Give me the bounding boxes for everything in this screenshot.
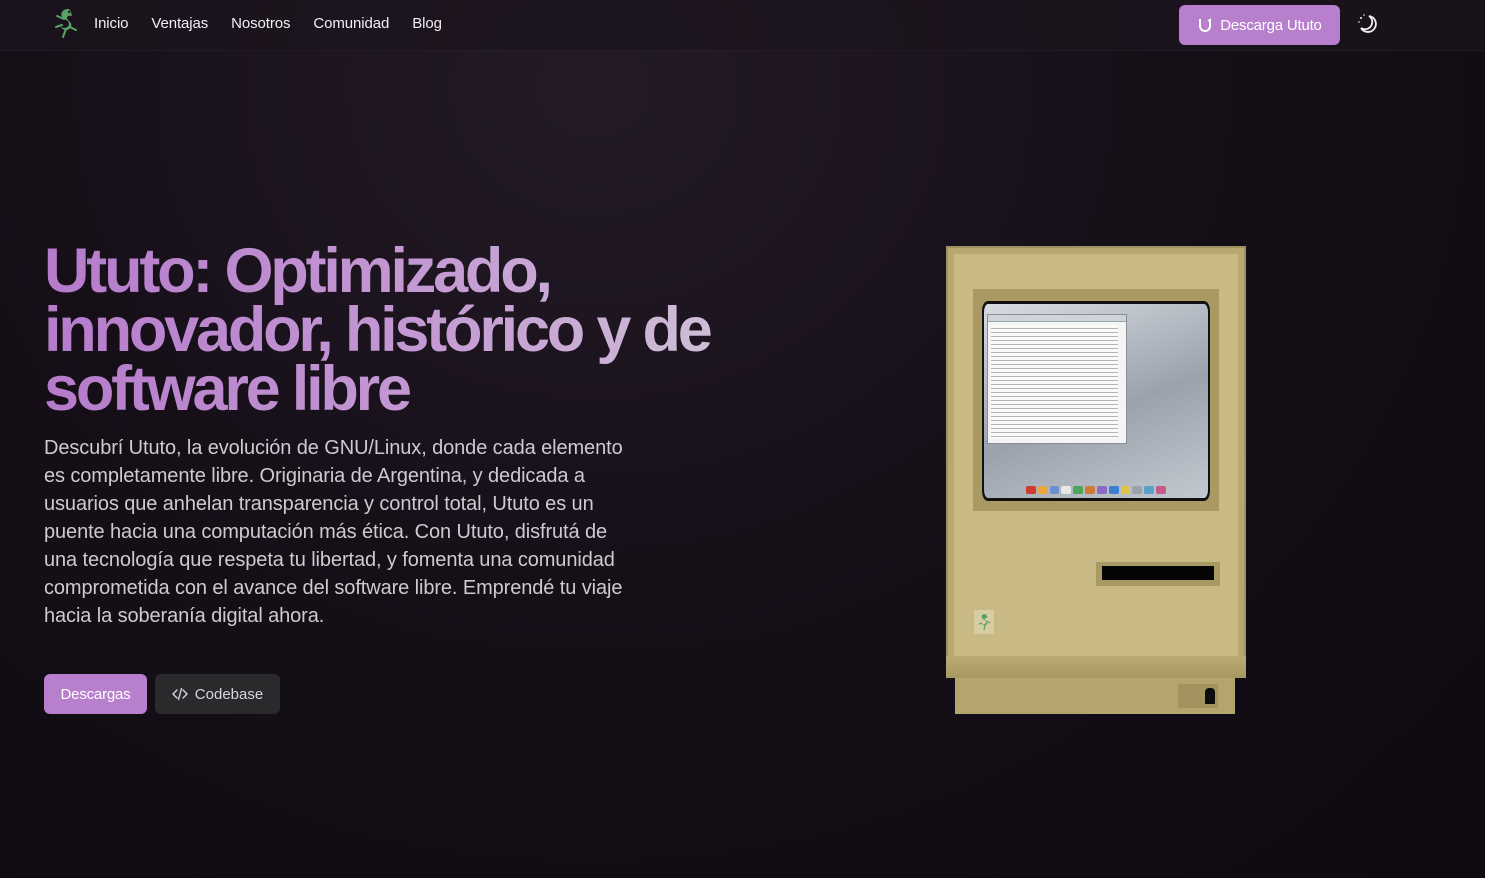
- hero-description: Descubrí Ututo, la evolución de GNU/Linu…: [44, 437, 623, 627]
- terminal-window: [987, 314, 1127, 444]
- terminal-titlebar: [988, 315, 1126, 322]
- codebase-label: Codebase: [194, 685, 264, 703]
- nav-link-comunidad[interactable]: Comunidad: [313, 15, 389, 32]
- moon-stars-icon[interactable]: [1355, 12, 1379, 36]
- codebase-button[interactable]: Codebase: [155, 674, 280, 714]
- navbar: Inicio Ventajas Nosotros Comunidad Blog …: [0, 0, 1485, 51]
- desktop-dock: [1026, 486, 1166, 494]
- ututo-gecko-icon[interactable]: [50, 7, 80, 41]
- floppy-slot: [1102, 566, 1214, 580]
- nav-link-inicio[interactable]: Inicio: [94, 15, 129, 32]
- hero-actions: Descargas Codebase: [44, 674, 280, 714]
- terminal-output: [991, 325, 1118, 439]
- retro-macintosh-illustration: [946, 246, 1246, 716]
- mac-base-lip: [946, 656, 1246, 678]
- desktop-wallpaper: [984, 304, 1208, 498]
- download-ututo-button[interactable]: Descarga Ututo: [1179, 5, 1340, 45]
- hero-title: Ututo: Optimizado, innovador, histórico …: [44, 240, 744, 421]
- ututo-u-icon: [1199, 18, 1212, 32]
- code-icon: [171, 687, 188, 701]
- nav-link-blog[interactable]: Blog: [412, 15, 442, 32]
- mac-screen: [982, 301, 1210, 501]
- download-ututo-label: Descarga Ututo: [1220, 16, 1322, 34]
- downloads-button[interactable]: Descargas: [44, 674, 147, 714]
- mac-port-hole: [1205, 688, 1215, 704]
- nav-link-nosotros[interactable]: Nosotros: [231, 15, 290, 32]
- gecko-badge-icon: [974, 610, 994, 634]
- nav-link-ventajas[interactable]: Ventajas: [151, 15, 208, 32]
- main-nav: Inicio Ventajas Nosotros Comunidad Blog: [94, 15, 465, 32]
